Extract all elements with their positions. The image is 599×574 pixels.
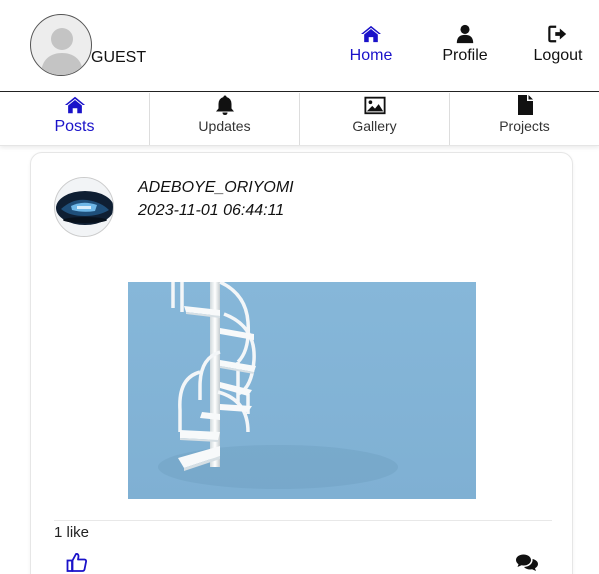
- tab-posts[interactable]: Posts: [0, 93, 149, 145]
- nav-home-label: Home: [349, 47, 393, 64]
- thumbs-up-icon[interactable]: [66, 551, 88, 573]
- nav-profile-label: Profile: [442, 47, 488, 64]
- author-avatar[interactable]: [54, 177, 114, 237]
- nav-home[interactable]: Home: [336, 24, 406, 65]
- user-icon: [456, 24, 474, 44]
- section-tabs: Posts Updates Gallery Projects: [0, 93, 599, 146]
- image-icon: [363, 96, 386, 115]
- tab-updates-label: Updates: [198, 118, 251, 134]
- nav-logout-label: Logout: [533, 47, 583, 64]
- post-card: ADEBOYE_ORIYOMI 2023-11-01 06:44:11 1 li…: [30, 152, 573, 574]
- tab-projects-label: Projects: [499, 118, 550, 134]
- bell-icon: [215, 95, 234, 115]
- post-divider: [54, 520, 552, 521]
- guest-avatar[interactable]: [30, 14, 92, 76]
- likes-count[interactable]: 1 like: [54, 524, 89, 541]
- comments-icon[interactable]: [515, 553, 539, 573]
- nav-logout[interactable]: Logout: [523, 24, 593, 65]
- home-icon: [361, 25, 381, 43]
- default-avatar-icon: [41, 28, 83, 75]
- tab-gallery[interactable]: Gallery: [299, 93, 449, 145]
- tab-updates[interactable]: Updates: [149, 93, 299, 145]
- author-avatar-image: [55, 178, 113, 236]
- top-header: GUEST Home Profile Logout: [0, 0, 599, 92]
- post-image[interactable]: [128, 282, 476, 499]
- file-icon: [517, 95, 533, 115]
- post-author[interactable]: ADEBOYE_ORIYOMI: [138, 179, 294, 197]
- home-icon: [64, 96, 85, 114]
- username-label: GUEST: [91, 49, 147, 66]
- post-timestamp: 2023-11-01 06:44:11: [138, 202, 285, 219]
- tab-posts-label: Posts: [54, 118, 95, 135]
- nav-profile[interactable]: Profile: [430, 24, 500, 65]
- tab-gallery-label: Gallery: [352, 118, 397, 134]
- spiral-staircase-image: [128, 282, 476, 499]
- logout-icon: [548, 25, 567, 43]
- tab-projects[interactable]: Projects: [449, 93, 599, 145]
